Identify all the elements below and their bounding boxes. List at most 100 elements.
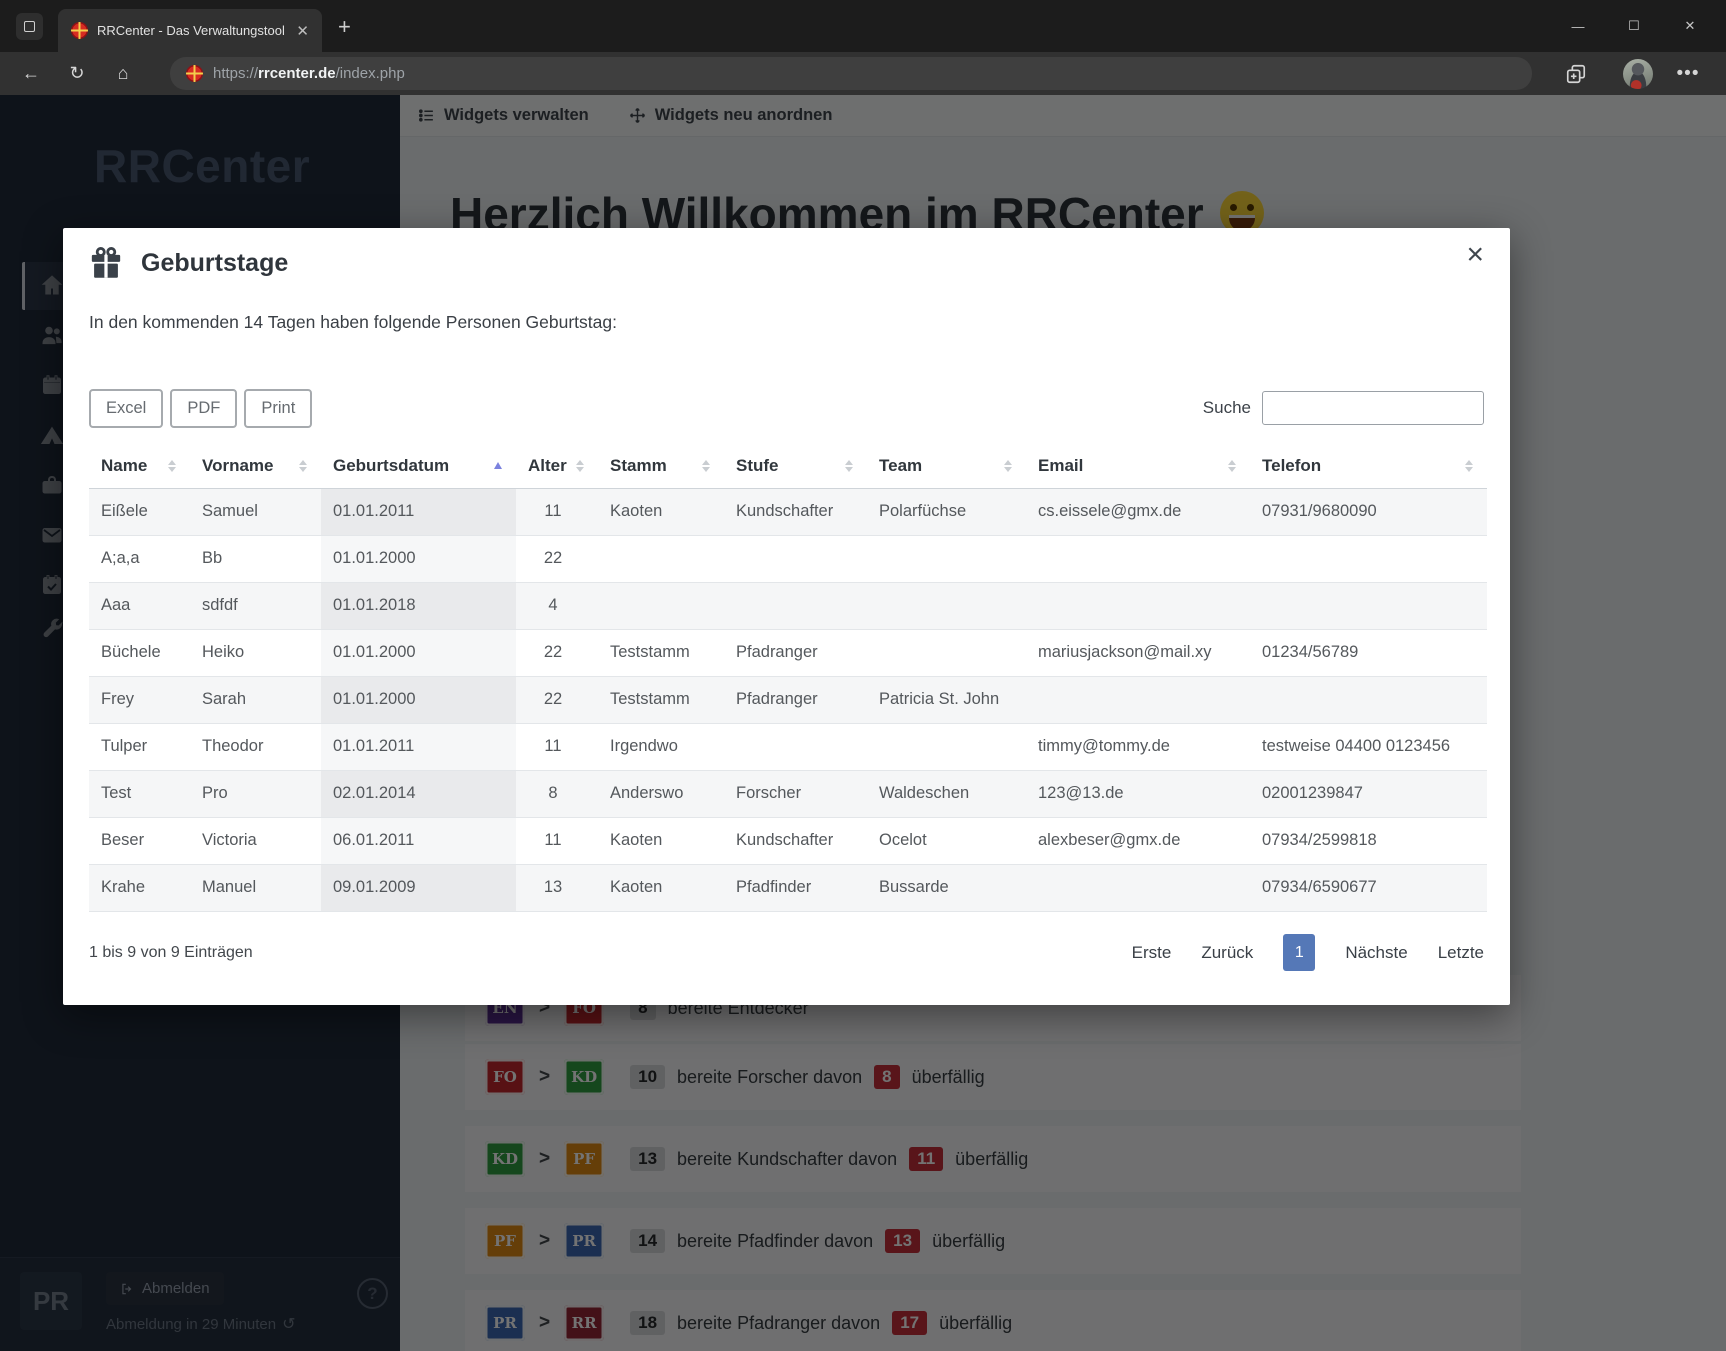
web-page: RRCenter PR Abmelden [0, 95, 1726, 1351]
table-cell: Kaoten [598, 864, 724, 911]
window-maximize-button[interactable]: ☐ [1606, 18, 1662, 34]
table-cell [867, 535, 1026, 582]
table-cell [1250, 582, 1487, 629]
sort-arrows-icon[interactable] [299, 460, 307, 472]
table-cell: Frey [89, 676, 190, 723]
table-row: BeserVictoria06.01.201111KaotenKundschaf… [89, 817, 1487, 864]
tab-title: RRCenter - Das Verwaltungstool [97, 23, 284, 38]
column-header-vorname[interactable]: Vorname [190, 444, 321, 488]
column-header-geburtsdatum[interactable]: Geburtsdatum [321, 444, 516, 488]
table-cell: 4 [516, 582, 598, 629]
refresh-button[interactable]: ↻ [54, 63, 100, 84]
table-cell: 07934/6590677 [1250, 864, 1487, 911]
table-cell [867, 723, 1026, 770]
pagination-first[interactable]: Erste [1132, 943, 1172, 963]
table-row: BücheleHeiko01.01.200022TeststammPfadran… [89, 629, 1487, 676]
table-cell: Pro [190, 770, 321, 817]
collections-icon[interactable] [1556, 57, 1596, 90]
tab-close-icon[interactable]: ✕ [293, 22, 312, 40]
table-cell: Kundschafter [724, 817, 867, 864]
new-tab-button[interactable]: + [338, 16, 351, 38]
table-cell: alexbeser@gmx.de [1026, 817, 1250, 864]
table-cell: sdfdf [190, 582, 321, 629]
column-header-stufe[interactable]: Stufe [724, 444, 867, 488]
birthdays-table: NameVornameGeburtsdatumAlterStammStufeTe… [89, 444, 1487, 912]
table-row: Aaasdfdf01.01.20184 [89, 582, 1487, 629]
table-cell: 22 [516, 535, 598, 582]
table-cell: cs.eissele@gmx.de [1026, 488, 1250, 535]
table-cell: 22 [516, 629, 598, 676]
sort-arrows-icon[interactable] [702, 460, 710, 472]
browser-menu-dots-icon[interactable]: ••• [1668, 57, 1708, 90]
sort-arrows-icon[interactable] [576, 460, 584, 472]
table-cell: 02001239847 [1250, 770, 1487, 817]
modal-intro-text: In den kommenden 14 Tagen haben folgende… [89, 312, 617, 333]
column-header-telefon[interactable]: Telefon [1250, 444, 1487, 488]
table-cell: A;a,a [89, 535, 190, 582]
site-favicon [71, 22, 88, 39]
home-button[interactable]: ⌂ [100, 63, 146, 84]
sort-arrows-icon[interactable] [168, 460, 176, 472]
table-cell [598, 535, 724, 582]
table-cell: Test [89, 770, 190, 817]
pagination-previous[interactable]: Zurück [1201, 943, 1253, 963]
pagination-last[interactable]: Letzte [1438, 943, 1484, 963]
sort-arrows-icon[interactable] [494, 462, 502, 469]
table-cell: Pfadfinder [724, 864, 867, 911]
table-cell [1250, 676, 1487, 723]
pagination-next[interactable]: Nächste [1345, 943, 1407, 963]
column-header-team[interactable]: Team [867, 444, 1026, 488]
table-cell: 01234/56789 [1250, 629, 1487, 676]
table-cell: Victoria [190, 817, 321, 864]
address-bar[interactable]: https://rrcenter.de/index.php [170, 57, 1532, 90]
column-header-stamm[interactable]: Stamm [598, 444, 724, 488]
window-minimize-button[interactable]: — [1550, 19, 1606, 34]
table-cell: timmy@tommy.de [1026, 723, 1250, 770]
table-cell: Teststamm [598, 629, 724, 676]
window-close-button[interactable]: ✕ [1662, 18, 1718, 34]
table-cell [1026, 535, 1250, 582]
table-cell [1026, 676, 1250, 723]
pagination-page-1[interactable]: 1 [1283, 934, 1315, 971]
export-print-button[interactable]: Print [244, 389, 312, 428]
table-cell: 11 [516, 817, 598, 864]
column-header-email[interactable]: Email [1026, 444, 1250, 488]
table-row: TestPro02.01.20148AnderswoForscherWaldes… [89, 770, 1487, 817]
search-input[interactable] [1262, 391, 1484, 425]
column-header-name[interactable]: Name [89, 444, 190, 488]
table-cell: Irgendwo [598, 723, 724, 770]
table-row: EißeleSamuel01.01.201111KaotenKundschaft… [89, 488, 1487, 535]
sort-arrows-icon[interactable] [1228, 460, 1236, 472]
table-cell: 123@13.de [1026, 770, 1250, 817]
table-cell: Ocelot [867, 817, 1026, 864]
column-header-alter[interactable]: Alter [516, 444, 598, 488]
table-cell: Kaoten [598, 817, 724, 864]
table-cell: 02.01.2014 [321, 770, 516, 817]
table-cell: Polarfüchse [867, 488, 1026, 535]
table-cell [1026, 864, 1250, 911]
modal-close-icon[interactable]: × [1466, 240, 1484, 270]
table-cell: 01.01.2000 [321, 629, 516, 676]
table-cell: 01.01.2018 [321, 582, 516, 629]
table-cell: 11 [516, 488, 598, 535]
browser-tab[interactable]: RRCenter - Das Verwaltungstool ✕ [58, 9, 322, 52]
browser-profile-avatar[interactable] [1618, 57, 1658, 90]
tab-actions-icon[interactable] [16, 13, 43, 40]
table-cell: Bb [190, 535, 321, 582]
table-cell [724, 535, 867, 582]
birthdays-modal: Geburtstage × In den kommenden 14 Tagen … [63, 228, 1510, 1005]
table-cell [867, 582, 1026, 629]
browser-titlebar: RRCenter - Das Verwaltungstool ✕ + — ☐ ✕ [0, 0, 1726, 52]
sort-arrows-icon[interactable] [845, 460, 853, 472]
table-cell: 06.01.2011 [321, 817, 516, 864]
sort-arrows-icon[interactable] [1004, 460, 1012, 472]
table-cell [724, 723, 867, 770]
table-cell: Pfadranger [724, 629, 867, 676]
export-pdf-button[interactable]: PDF [170, 389, 237, 428]
table-cell: Aaa [89, 582, 190, 629]
export-excel-button[interactable]: Excel [89, 389, 163, 428]
table-cell: 8 [516, 770, 598, 817]
table-row: KraheManuel09.01.200913KaotenPfadfinderB… [89, 864, 1487, 911]
back-button[interactable]: ← [8, 63, 54, 84]
sort-arrows-icon[interactable] [1465, 460, 1473, 472]
